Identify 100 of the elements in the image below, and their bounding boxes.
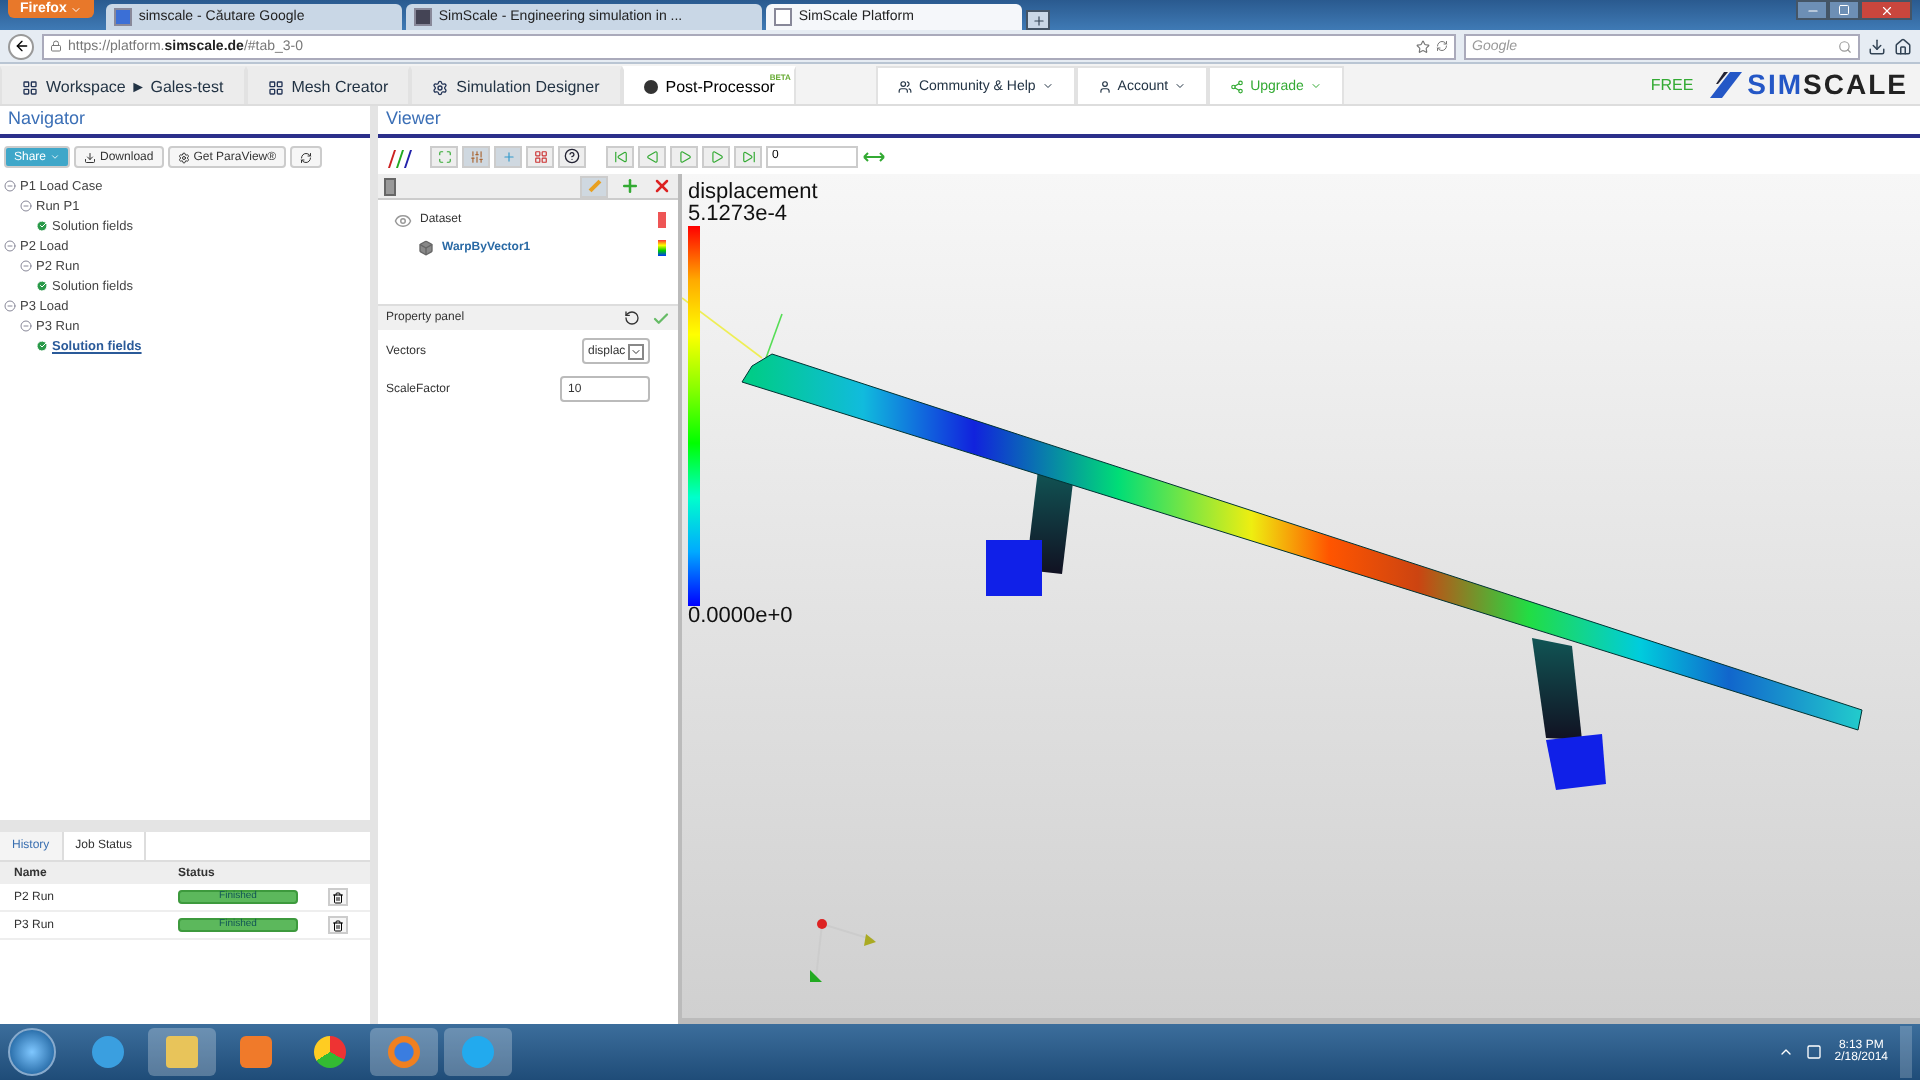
skip-back-icon xyxy=(613,149,627,163)
star-icon[interactable] xyxy=(1416,39,1430,53)
axes-triad-icon xyxy=(810,918,878,986)
app-icon xyxy=(314,1036,346,1068)
favicon-icon xyxy=(114,8,133,26)
people-icon xyxy=(898,79,913,93)
logo-icon xyxy=(1709,71,1742,97)
minimize-button[interactable] xyxy=(1796,0,1828,20)
panel-title: Viewer xyxy=(378,106,1920,138)
legend-max-value: 5.1273e-4 xyxy=(688,204,788,226)
new-tab-button[interactable] xyxy=(1026,10,1051,30)
add-icon[interactable] xyxy=(620,176,640,196)
apply-icon[interactable] xyxy=(652,309,670,327)
grid-icon xyxy=(533,149,547,163)
color-swatch-icon[interactable] xyxy=(658,212,666,228)
orientation-button[interactable] xyxy=(494,145,522,167)
logo-icon xyxy=(386,145,414,167)
delete-icon[interactable] xyxy=(652,176,672,196)
taskbar-app-button[interactable] xyxy=(148,1028,216,1076)
favicon-icon xyxy=(414,8,433,26)
collapse-icon[interactable] xyxy=(20,200,32,212)
nav-tab[interactable]: Simulation Designer xyxy=(410,66,622,104)
caret-icon xyxy=(70,3,83,15)
axes-button[interactable] xyxy=(462,145,490,167)
play-button[interactable] xyxy=(670,145,698,167)
maximize-button[interactable] xyxy=(1828,0,1860,20)
cube-icon xyxy=(418,240,434,256)
pencil-icon xyxy=(587,179,601,193)
check-circle-icon xyxy=(36,340,48,352)
plus-icon xyxy=(501,149,515,163)
color-swatch-icon[interactable] xyxy=(658,240,666,256)
back-button[interactable] xyxy=(8,33,34,59)
close-icon xyxy=(1879,3,1893,17)
reset-camera-button[interactable] xyxy=(430,145,458,167)
collapse-icon[interactable] xyxy=(20,260,32,272)
nav-tab[interactable]: Mesh Creator xyxy=(245,66,411,104)
caret-icon xyxy=(627,343,644,359)
gear-icon xyxy=(432,79,449,95)
search-icon[interactable] xyxy=(1838,39,1852,53)
caret-icon xyxy=(1174,80,1187,92)
download-icon xyxy=(84,151,97,163)
download-icon[interactable] xyxy=(1868,37,1886,55)
reload-icon[interactable] xyxy=(1436,40,1448,52)
dot-icon xyxy=(643,80,658,94)
sliders-icon xyxy=(469,149,483,163)
grid-icon xyxy=(22,79,38,95)
expand-icon xyxy=(437,149,451,163)
app-icon xyxy=(240,1036,272,1068)
3d-viewport[interactable]: displacement 5.1273e-4 0.0000e+0 xyxy=(682,174,1920,1024)
caret-icon xyxy=(50,152,61,162)
help-icon xyxy=(564,148,580,164)
close-button[interactable] xyxy=(1860,0,1912,20)
check-circle-icon xyxy=(36,220,48,232)
grid-icon xyxy=(267,79,284,95)
collapse-icon[interactable] xyxy=(20,320,32,332)
first-frame-button[interactable] xyxy=(606,145,634,167)
collapse-icon[interactable] xyxy=(4,240,16,252)
app-icon xyxy=(92,1036,124,1068)
play-icon xyxy=(709,149,723,163)
logo-text: SIMSCALE xyxy=(1747,68,1908,100)
play-icon xyxy=(677,149,691,163)
delete-button[interactable] xyxy=(328,916,348,934)
refresh-icon xyxy=(300,151,313,163)
legend-min-value: 0.0000e+0 xyxy=(688,606,795,628)
plus-icon xyxy=(1031,13,1046,27)
favicon-icon xyxy=(774,8,793,26)
eye-icon[interactable] xyxy=(394,211,412,229)
panel-title: Navigator xyxy=(0,106,370,138)
help-button[interactable] xyxy=(558,145,586,167)
last-frame-button[interactable] xyxy=(734,145,762,167)
next-frame-button[interactable] xyxy=(702,145,730,167)
nav-tab[interactable]: Workspace ► Gales-test xyxy=(0,66,246,104)
legend-title: displacement xyxy=(688,182,818,204)
device-icon xyxy=(384,177,396,195)
chart-button[interactable] xyxy=(526,145,554,167)
app-icon xyxy=(462,1036,494,1068)
trash-icon xyxy=(332,891,344,903)
reset-icon[interactable] xyxy=(624,310,640,326)
lock-icon xyxy=(50,40,62,52)
delete-button[interactable] xyxy=(328,888,348,906)
person-icon xyxy=(1097,79,1112,93)
reverse-play-icon xyxy=(645,149,659,163)
maximize-icon xyxy=(1838,4,1850,16)
tray-icon[interactable] xyxy=(1806,1044,1823,1060)
collapse-icon[interactable] xyxy=(4,180,16,192)
caret-icon xyxy=(1309,80,1322,92)
home-icon[interactable] xyxy=(1894,37,1912,55)
arrows-icon xyxy=(862,149,886,163)
refresh-button[interactable] xyxy=(290,146,323,168)
trash-icon xyxy=(332,919,344,931)
caret-icon xyxy=(1041,80,1054,92)
check-circle-icon xyxy=(36,280,48,292)
tray-expand-icon[interactable] xyxy=(1778,1044,1795,1060)
collapse-icon[interactable] xyxy=(4,300,16,312)
start-button[interactable] xyxy=(8,1028,56,1076)
skip-forward-icon xyxy=(741,149,755,163)
share-icon xyxy=(1230,79,1245,93)
previous-frame-button[interactable] xyxy=(638,145,666,167)
app-icon xyxy=(166,1036,198,1068)
back-arrow-icon xyxy=(13,38,29,54)
